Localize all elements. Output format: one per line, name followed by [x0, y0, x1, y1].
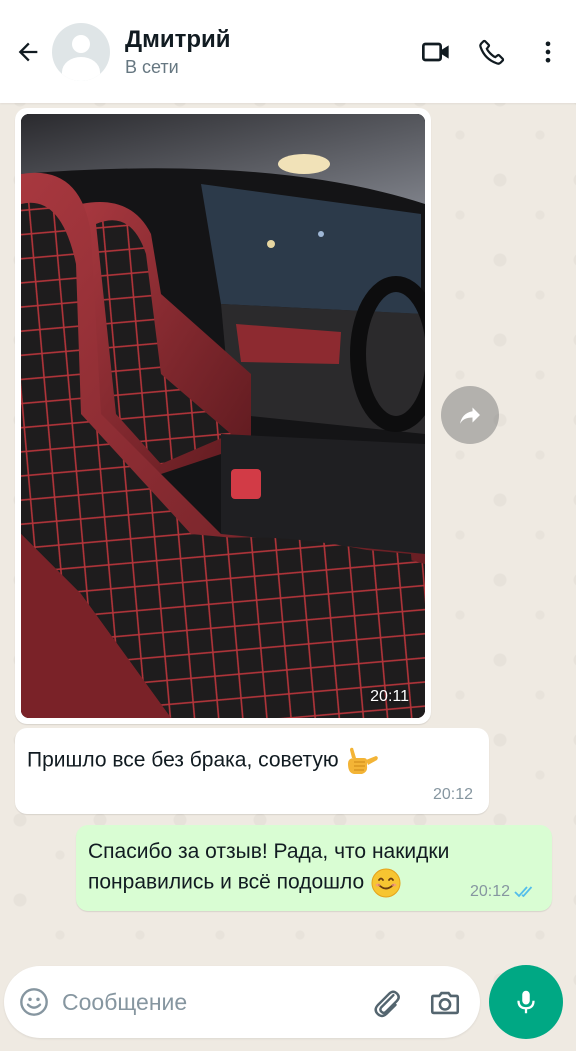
- chat-header: Дмитрий В сети: [0, 0, 576, 103]
- voice-call-button[interactable]: [464, 24, 520, 80]
- forward-button[interactable]: [441, 386, 499, 444]
- camera-button[interactable]: [428, 986, 462, 1020]
- avatar[interactable]: [52, 22, 110, 81]
- message-time: 20:11: [370, 688, 409, 705]
- message-time: 20:12: [469, 883, 510, 900]
- video-call-button[interactable]: [408, 24, 464, 80]
- contact-info[interactable]: Дмитрий В сети: [125, 26, 408, 78]
- message-time: 20:12: [432, 786, 473, 803]
- call-me-hand-emoji: [348, 747, 379, 774]
- microphone-icon: [517, 990, 535, 1014]
- back-button[interactable]: [4, 28, 52, 76]
- emoji-button[interactable]: [18, 986, 50, 1018]
- more-vertical-icon: [545, 41, 551, 62]
- forward-arrow-icon: [460, 407, 480, 424]
- car-seat-photo[interactable]: 20:11: [21, 114, 425, 718]
- image-message[interactable]: 20:11: [15, 108, 431, 724]
- camera-icon: [430, 991, 460, 1015]
- more-options-button[interactable]: [520, 24, 576, 80]
- message-composer: [4, 966, 480, 1038]
- smiling-face-emoji: [371, 868, 401, 898]
- contact-name: Дмитрий: [125, 25, 231, 53]
- video-call-icon: [422, 42, 449, 61]
- message-input[interactable]: [62, 984, 352, 1020]
- outgoing-message[interactable]: Спасибо за отзыв! Рада, что накидки понр…: [76, 825, 552, 911]
- emoji-icon: [20, 988, 48, 1016]
- voice-message-button[interactable]: [489, 965, 563, 1039]
- message-text: Пришло все без брака, советую: [27, 748, 339, 772]
- incoming-message[interactable]: Пришло все без брака, советую 20:12: [15, 728, 489, 814]
- phone-icon: [479, 39, 505, 65]
- arrow-left-icon: [18, 42, 38, 61]
- attach-button[interactable]: [370, 986, 404, 1020]
- paperclip-icon: [374, 990, 400, 1018]
- contact-status: В сети: [125, 56, 179, 77]
- double-check-read-icon: [514, 886, 533, 898]
